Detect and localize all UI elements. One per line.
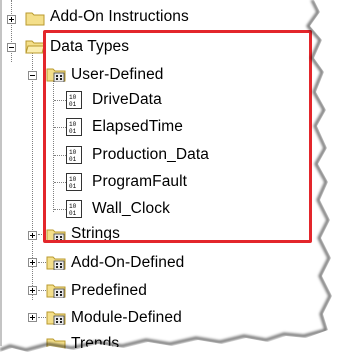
torn-edge-decoration [0,0,341,354]
data-types-tree: Add-On Instructions Data Types User-Defi… [0,0,341,354]
